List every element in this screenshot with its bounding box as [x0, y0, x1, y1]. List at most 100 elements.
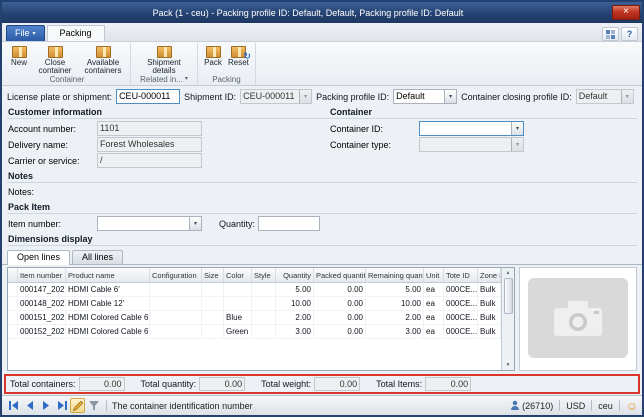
- cell-quantity[interactable]: 10.00: [276, 297, 314, 310]
- cell-item-number[interactable]: 000151_202: [18, 311, 66, 324]
- record-marker-cell[interactable]: [8, 311, 18, 324]
- available-containers-button[interactable]: Available containers: [79, 43, 127, 75]
- cell-configuration[interactable]: [150, 325, 202, 338]
- container-type-input[interactable]: ▾: [419, 137, 524, 152]
- cell-quantity[interactable]: 5.00: [276, 283, 314, 296]
- cell-packed-quantity[interactable]: 0.00: [314, 325, 366, 338]
- chevron-down-icon[interactable]: ▾: [444, 90, 456, 103]
- delivery-name-field[interactable]: Forest Wholesales: [97, 137, 202, 152]
- cell-packed-quantity[interactable]: 0.00: [314, 311, 366, 324]
- cell-configuration[interactable]: [150, 311, 202, 324]
- cell-size[interactable]: [202, 325, 224, 338]
- chevron-down-icon[interactable]: ▾: [621, 90, 633, 103]
- grid-header-cell[interactable]: Quantity: [276, 268, 314, 282]
- edit-record-button[interactable]: [70, 398, 85, 413]
- cell-tote-id[interactable]: 000CE...: [444, 311, 478, 324]
- grid-header-cell[interactable]: Tote ID: [444, 268, 478, 282]
- help-icon[interactable]: ?: [621, 27, 638, 41]
- item-number-input[interactable]: ▾: [97, 216, 202, 231]
- container-closing-profile-input[interactable]: Default ▾: [576, 89, 634, 104]
- currency-label[interactable]: USD: [566, 401, 585, 411]
- cell-product-name[interactable]: HDMI Cable 6': [66, 283, 150, 296]
- scroll-up-icon[interactable]: ▲: [506, 268, 511, 278]
- cell-size[interactable]: [202, 297, 224, 310]
- cell-zone-id[interactable]: Bulk: [478, 311, 501, 324]
- notes-field[interactable]: [97, 185, 637, 199]
- filter-button[interactable]: [86, 398, 101, 413]
- cell-product-name[interactable]: HDMI Cable 12': [66, 297, 150, 310]
- chevron-down-icon[interactable]: ▾: [511, 138, 523, 151]
- cell-configuration[interactable]: [150, 297, 202, 310]
- company-label[interactable]: ceu: [598, 401, 613, 411]
- cell-tote-id[interactable]: 000CE...: [444, 283, 478, 296]
- first-record-button[interactable]: [6, 398, 21, 413]
- file-tab[interactable]: File ▾: [6, 25, 45, 41]
- cell-style[interactable]: [252, 283, 276, 296]
- cell-packed-quantity[interactable]: 0.00: [314, 283, 366, 296]
- chevron-down-icon[interactable]: ▾: [299, 90, 311, 103]
- record-marker-cell[interactable]: [8, 325, 18, 338]
- cell-item-number[interactable]: 000148_202: [18, 297, 66, 310]
- quantity-input[interactable]: [258, 216, 320, 231]
- cell-unit[interactable]: ea: [424, 283, 444, 296]
- next-record-button[interactable]: [38, 398, 53, 413]
- previous-record-button[interactable]: [22, 398, 37, 413]
- cell-color[interactable]: Green: [224, 325, 252, 338]
- grid-header-cell[interactable]: Configuration: [150, 268, 202, 282]
- grid-header-cell[interactable]: Style: [252, 268, 276, 282]
- record-marker-cell[interactable]: [8, 283, 18, 296]
- grid-header-cell[interactable]: Size: [202, 268, 224, 282]
- cell-style[interactable]: [252, 297, 276, 310]
- cell-packed-quantity[interactable]: 0.00: [314, 297, 366, 310]
- chevron-down-icon[interactable]: ▾: [189, 217, 201, 230]
- shipment-id-input[interactable]: CEU-000011 ▾: [240, 89, 312, 104]
- record-marker-cell[interactable]: [8, 297, 18, 310]
- window-panes-icon[interactable]: [602, 27, 619, 41]
- packing-profile-input[interactable]: Default ▾: [393, 89, 457, 104]
- tab-packing[interactable]: Packing: [47, 25, 105, 41]
- cell-configuration[interactable]: [150, 283, 202, 296]
- cell-unit[interactable]: ea: [424, 325, 444, 338]
- table-row[interactable]: 000148_202 HDMI Cable 12' 10.00 0.00 10.…: [8, 297, 501, 311]
- cell-size[interactable]: [202, 311, 224, 324]
- cell-quantity[interactable]: 2.00: [276, 311, 314, 324]
- related-information-dropdown[interactable]: Related in... ▾: [134, 75, 194, 85]
- cell-color[interactable]: [224, 283, 252, 296]
- grid-header-cell[interactable]: Remaining quantity: [366, 268, 424, 282]
- cell-remaining-quantity[interactable]: 10.00: [366, 297, 424, 310]
- scroll-down-icon[interactable]: ▼: [506, 360, 511, 370]
- cell-remaining-quantity[interactable]: 5.00: [366, 283, 424, 296]
- container-id-input[interactable]: ▾: [419, 121, 524, 136]
- last-record-button[interactable]: [54, 398, 69, 413]
- cell-product-name[interactable]: HDMI Colored Cable 6': [66, 311, 150, 324]
- cell-tote-id[interactable]: 000CE...: [444, 325, 478, 338]
- close-button[interactable]: ×: [612, 5, 640, 20]
- tab-all-lines[interactable]: All lines: [72, 250, 123, 264]
- grid-header-cell[interactable]: Item number: [18, 268, 66, 282]
- cell-zone-id[interactable]: Bulk: [478, 283, 501, 296]
- grid-header-cell[interactable]: Product name: [66, 268, 150, 282]
- pack-button[interactable]: Pack: [201, 43, 225, 67]
- grid-header-cell[interactable]: Color: [224, 268, 252, 282]
- account-number-field[interactable]: 1101: [97, 121, 202, 136]
- table-row[interactable]: 000151_202 HDMI Colored Cable 6' Blue 2.…: [8, 311, 501, 325]
- cell-zone-id[interactable]: Bulk: [478, 325, 501, 338]
- cell-product-name[interactable]: HDMI Colored Cable 6': [66, 325, 150, 338]
- close-container-button[interactable]: Close container: [31, 43, 79, 75]
- cell-zone-id[interactable]: Bulk: [478, 297, 501, 310]
- grid-header-cell[interactable]: Zone ID: [478, 268, 501, 282]
- chevron-down-icon[interactable]: ▾: [511, 122, 523, 135]
- tab-open-lines[interactable]: Open lines: [7, 250, 70, 265]
- table-row[interactable]: 000147_202 HDMI Cable 6' 5.00 0.00 5.00 …: [8, 283, 501, 297]
- table-row[interactable]: 000152_202 HDMI Colored Cable 6' Green 3…: [8, 325, 501, 339]
- cell-color[interactable]: Blue: [224, 311, 252, 324]
- cell-item-number[interactable]: 000147_202: [18, 283, 66, 296]
- license-plate-input[interactable]: CEU-000011: [116, 89, 180, 104]
- cell-size[interactable]: [202, 283, 224, 296]
- cell-item-number[interactable]: 000152_202: [18, 325, 66, 338]
- cell-unit[interactable]: ea: [424, 311, 444, 324]
- carrier-field[interactable]: /: [97, 153, 202, 168]
- grid-vertical-scrollbar[interactable]: ▲ ▼: [501, 268, 514, 370]
- reset-button[interactable]: ↻ Reset: [225, 43, 252, 67]
- cell-unit[interactable]: ea: [424, 297, 444, 310]
